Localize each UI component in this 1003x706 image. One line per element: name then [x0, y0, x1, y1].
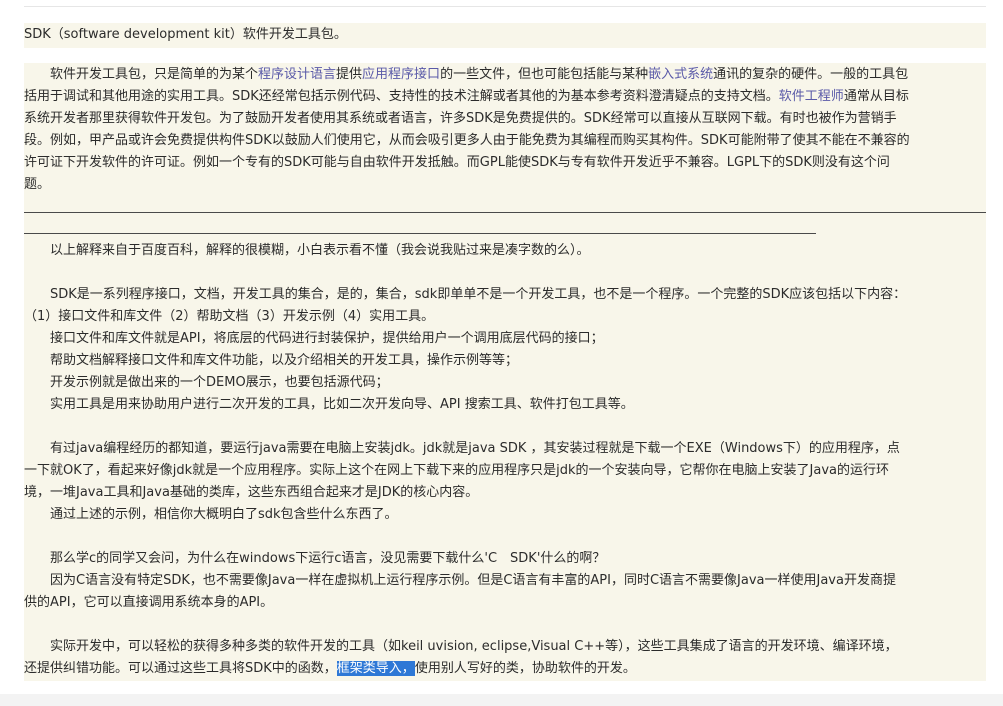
- body-line: 境，一堆Java工具和Java基础的类库，这些东西组合起来才是JDK的核心内容。: [24, 485, 479, 500]
- body-line: （1）接口文件和库文件（2）帮助文档（3）开发示例（4）实用工具。: [24, 309, 435, 324]
- body-line: 有过java编程经历的都知道，要运行java需要在电脑上安装jdk。jdk就是j…: [24, 441, 900, 456]
- quote-text: 通讯的复杂的硬件。一般的工具包: [713, 67, 909, 82]
- quote-line-5: 许可证下开发软件的许可证。例如一个专有的SDK可能与自由软件开发抵触。而GPL能…: [24, 155, 890, 170]
- body-line: 开发示例就是做出来的一个DEMO展示，也要包括源代码；: [24, 375, 389, 390]
- body-text: 还提供纠错功能。可以通过这些工具将SDK中的函数，: [24, 661, 337, 676]
- quote-text: 通常从目标: [843, 89, 909, 104]
- link-programming-language[interactable]: 程序设计语言: [258, 67, 336, 82]
- quote-line-4: 段。例如，甲产品或许会免费提供构件SDK以鼓励人们使用它，从而会吸引更多人由于能…: [24, 133, 910, 148]
- quote-line-6: 题。: [24, 177, 51, 192]
- quote-line-2: 括用于调试和其他用途的实用工具。SDK还经常包括示例代码、支持性的技术注解或者其…: [24, 86, 909, 108]
- body-line: SDK是一系列程序接口，文档，开发工具的集合，是的，集合，sdk即单单不是一个开…: [24, 287, 907, 302]
- top-divider: [24, 6, 986, 7]
- link-software-engineer[interactable]: 软件工程师: [779, 89, 844, 104]
- body-line: 帮助文档解释接口文件和库文件功能，以及介绍相关的开发工具，操作示例等等；: [24, 353, 519, 368]
- link-api[interactable]: 应用程序接口: [362, 67, 440, 82]
- body-line: 一下就OK了，看起来好像jdk就是一个应用程序。实际上这个在网上下载下来的应用程…: [24, 463, 890, 478]
- quote-text: 括用于调试和其他用途的实用工具。SDK还经常包括示例代码、支持性的技术注解或者其…: [24, 89, 779, 104]
- selected-text[interactable]: 框架类导入，: [336, 661, 415, 676]
- intro-line: SDK（software development kit）软件开发工具包。: [24, 27, 347, 42]
- body-line: 因为C语言没有特定SDK，也不需要像Java一样在虚拟机上运行程序示例。但是C语…: [24, 573, 896, 588]
- quote-text: 的一些文件，但也可能包括能与某种: [440, 67, 649, 82]
- link-embedded-system[interactable]: 嵌入式系统: [648, 67, 713, 82]
- intro-box: SDK（software development kit）软件开发工具包。: [24, 23, 986, 48]
- article-body-box: 以上解释来自于百度百科，解释的很模糊，小白表示看不懂（我会说我贴过来是凑字数的么…: [24, 200, 986, 681]
- body-line: 供的API，它可以直接调用系统本身的API。: [24, 595, 274, 610]
- body-text: 使用别人写好的类，协助软件的开发。: [414, 661, 636, 676]
- divider-rule: [24, 212, 986, 213]
- quote-text: 提供: [336, 67, 363, 82]
- baike-quote-box: 软件开发工具包，只是简单的为某个程序设计语言提供应用程序接口的一些文件，但也可能…: [24, 63, 986, 200]
- source-note: 以上解释来自于百度百科，解释的很模糊，小白表示看不懂（我会说我贴过来是凑字数的么…: [24, 243, 590, 258]
- body-line: 实际开发中，可以轻松的获得多种多类的软件开发的工具（如keil uvision,…: [24, 639, 898, 654]
- body-line: 那么学c的同学又会问，为什么在windows下运行c语言，没见需要下载什么'C …: [24, 551, 606, 566]
- bottom-strip: [0, 694, 1003, 706]
- divider-rule: [24, 233, 816, 234]
- quote-line-3: 系统开发者那里获得软件开发包。为了鼓励开发者使用其系统或者语言，许多SDK是免费…: [24, 111, 897, 126]
- body-line: 接口文件和库文件就是API，将底层的代码进行封装保护，提供给用户一个调用底层代码…: [24, 331, 604, 346]
- body-line: 通过上述的示例，相信你大概明白了sdk包含些什么东西了。: [24, 507, 398, 522]
- body-line: 还提供纠错功能。可以通过这些工具将SDK中的函数，框架类导入，使用别人写好的类，…: [24, 658, 636, 680]
- quote-text: 软件开发工具包，只是简单的为某个: [24, 67, 259, 82]
- body-line: 实用工具是用来协助用户进行二次开发的工具，比如二次开发向导、API 搜索工具、软…: [24, 397, 634, 412]
- quote-line-1: 软件开发工具包，只是简单的为某个程序设计语言提供应用程序接口的一些文件，但也可能…: [24, 64, 908, 86]
